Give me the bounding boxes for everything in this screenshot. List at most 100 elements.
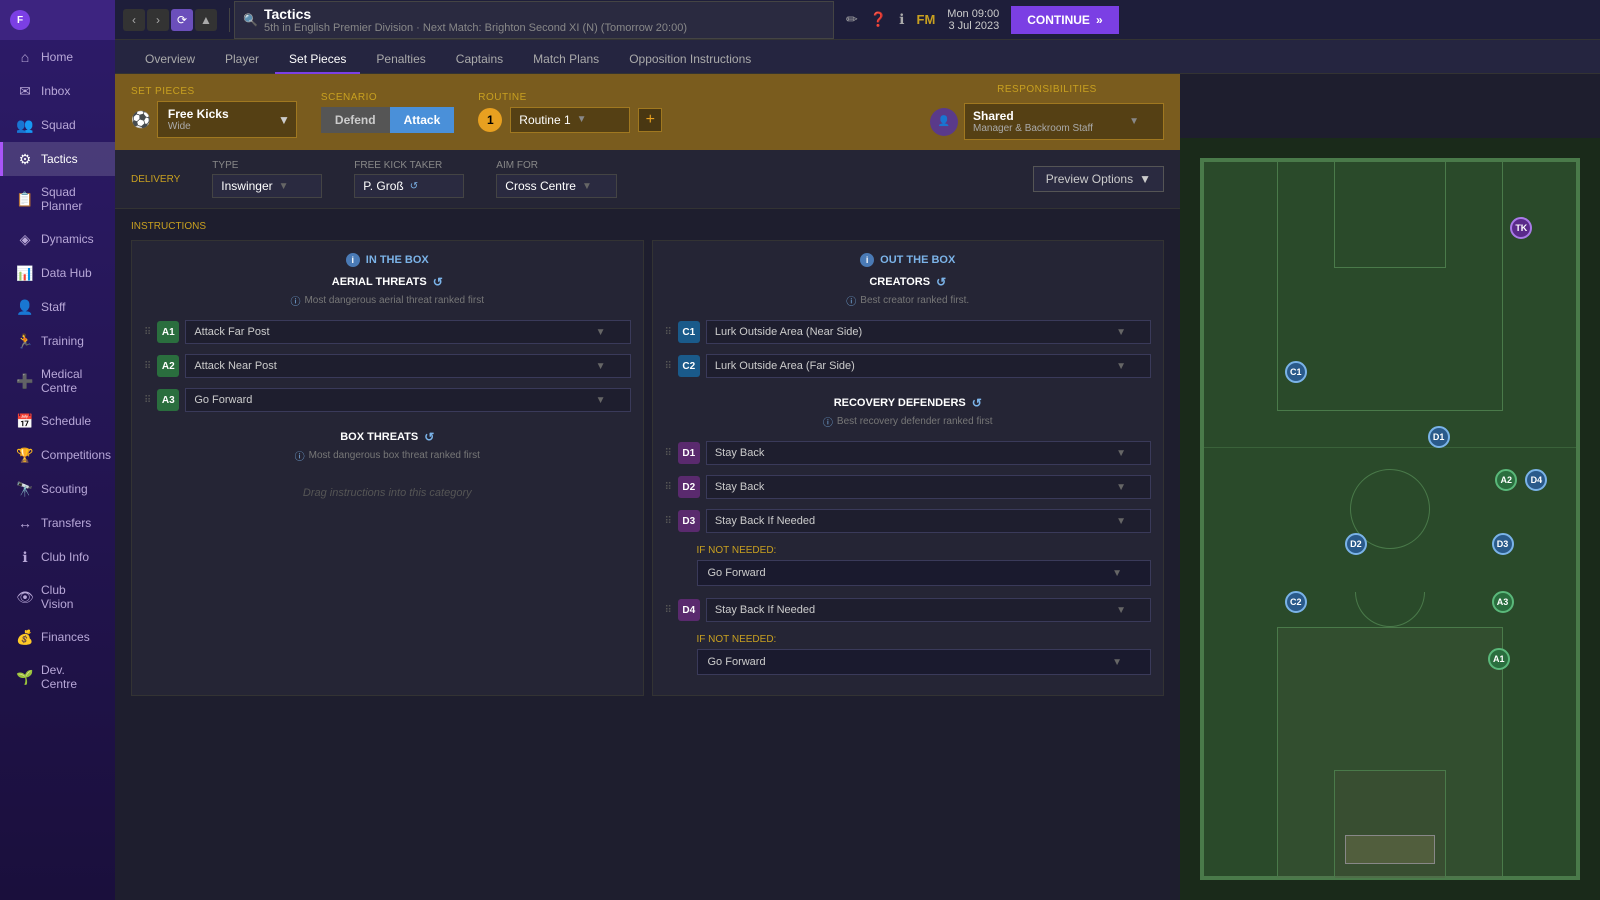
tab-captains[interactable]: Captains — [442, 46, 517, 74]
nav-home-button[interactable]: ⟳ — [171, 9, 193, 31]
chevron-down-icon: ▼ — [1112, 657, 1122, 668]
preview-options-button[interactable]: Preview Options ▼ — [1033, 166, 1164, 192]
responsibilities-dropdown[interactable]: Shared Manager & Backroom Staff ▼ — [964, 103, 1164, 140]
drag-handle-icon[interactable]: ⠿ — [144, 361, 151, 372]
defend-button[interactable]: Defend — [321, 107, 390, 133]
sidebar-item-scouting[interactable]: 🔭 Scouting — [0, 472, 115, 506]
tab-set-pieces[interactable]: Set Pieces — [275, 46, 360, 74]
drag-handle-icon[interactable]: ⠿ — [665, 516, 672, 527]
sidebar-item-finances[interactable]: 💰 Finances — [0, 620, 115, 654]
attack-button[interactable]: Attack — [390, 107, 455, 133]
club-info-icon: ℹ — [17, 549, 33, 565]
badge-c2: C2 — [678, 355, 700, 377]
player-dot-a2[interactable]: A2 — [1495, 469, 1517, 491]
free-kick-taker-dropdown[interactable]: P. Groß ↺ — [354, 174, 464, 198]
refresh-icon[interactable]: ↺ — [433, 275, 443, 289]
c1-dropdown[interactable]: Lurk Outside Area (Near Side) ▼ — [706, 320, 1151, 344]
sidebar-item-home[interactable]: ⌂ Home — [0, 40, 115, 74]
a3-dropdown[interactable]: Go Forward ▼ — [185, 388, 630, 412]
main-area: SET PIECES ⚽ Free Kicks Wide ▼ SCENARIO … — [115, 74, 1600, 900]
sidebar-item-transfers[interactable]: ↔ Transfers — [0, 506, 115, 540]
sidebar-item-club-info[interactable]: ℹ Club Info — [0, 540, 115, 574]
d3-dropdown[interactable]: Stay Back If Needed ▼ — [706, 509, 1151, 533]
help-icon[interactable]: ❓ — [870, 11, 887, 28]
a1-dropdown[interactable]: Attack Far Post ▼ — [185, 320, 630, 344]
c2-dropdown[interactable]: Lurk Outside Area (Far Side) ▼ — [706, 354, 1151, 378]
refresh-icon[interactable]: ↺ — [424, 430, 434, 444]
add-routine-button[interactable]: + — [638, 108, 662, 132]
sidebar-item-training[interactable]: 🏃 Training — [0, 324, 115, 358]
sidebar-item-tactics[interactable]: ⚙ Tactics — [0, 142, 115, 176]
player-dot-d1[interactable]: D1 — [1428, 426, 1450, 448]
routine-dropdown[interactable]: Routine 1 ▼ — [510, 107, 630, 133]
player-dot-c1[interactable]: C1 — [1285, 361, 1307, 383]
badge-d2: D2 — [678, 476, 700, 498]
player-dot-c2[interactable]: C2 — [1285, 591, 1307, 613]
player-dot-a1[interactable]: A1 — [1488, 648, 1510, 670]
player-dot-d3[interactable]: D3 — [1492, 533, 1514, 555]
info-icon: ⓘ — [846, 293, 856, 308]
continue-button[interactable]: CONTINUE » — [1011, 6, 1118, 34]
topbar: ‹ › ⟳ ▲ 🔍 Tactics 5th in English Premier… — [115, 0, 1600, 40]
out-box-title: i OUT THE BOX — [665, 253, 1152, 267]
sidebar-item-dynamics[interactable]: ◈ Dynamics — [0, 222, 115, 256]
chevron-down-icon: ▼ — [582, 181, 592, 192]
d1-dropdown[interactable]: Stay Back ▼ — [706, 441, 1151, 465]
left-content: SET PIECES ⚽ Free Kicks Wide ▼ SCENARIO … — [115, 74, 1180, 900]
tab-player[interactable]: Player — [211, 46, 273, 74]
sidebar-item-squad-planner[interactable]: 📋 Squad Planner — [0, 176, 115, 222]
sidebar-item-dev-centre[interactable]: 🌱 Dev. Centre — [0, 654, 115, 700]
d2-dropdown[interactable]: Stay Back ▼ — [706, 475, 1151, 499]
schedule-icon: 📅 — [17, 413, 33, 429]
chevron-down-icon: ▼ — [279, 181, 289, 192]
box-threats-title: BOX THREATS ↺ — [144, 430, 631, 444]
sidebar-item-squad[interactable]: 👥 Squad — [0, 108, 115, 142]
nav-forward-button[interactable]: › — [147, 9, 169, 31]
box-threats-hint: ⓘ Most dangerous box threat ranked first — [144, 448, 631, 463]
delivery-type-dropdown[interactable]: Inswinger ▼ — [212, 174, 322, 198]
sidebar-item-inbox[interactable]: ✉ Inbox — [0, 74, 115, 108]
tactics-icon: ⚙ — [17, 151, 33, 167]
sp-header: SET PIECES ⚽ Free Kicks Wide ▼ SCENARIO … — [115, 74, 1180, 150]
refresh-icon[interactable]: ↺ — [972, 396, 982, 410]
sidebar-item-data-hub[interactable]: 📊 Data Hub — [0, 256, 115, 290]
edit-icon[interactable]: ✏ — [846, 11, 858, 28]
sidebar-item-staff[interactable]: 👤 Staff — [0, 290, 115, 324]
drag-handle-icon[interactable]: ⠿ — [665, 448, 672, 459]
drag-handle-icon[interactable]: ⠿ — [665, 327, 672, 338]
tab-penalties[interactable]: Penalties — [362, 46, 439, 74]
info-icon[interactable]: ℹ — [899, 11, 904, 28]
sidebar-item-club-vision[interactable]: 👁 Club Vision — [0, 574, 115, 620]
tab-opposition[interactable]: Opposition Instructions — [615, 46, 765, 74]
medical-icon: ➕ — [17, 373, 33, 389]
sidebar-item-schedule[interactable]: 📅 Schedule — [0, 404, 115, 438]
tab-match-plans[interactable]: Match Plans — [519, 46, 613, 74]
routine-number: 1 — [478, 108, 502, 132]
if-not-needed-label-d3: IF NOT NEEDED: — [697, 545, 1152, 556]
sidebar-item-medical[interactable]: ➕ Medical Centre — [0, 358, 115, 404]
player-dot-a3[interactable]: A3 — [1492, 591, 1514, 613]
nav-up-button[interactable]: ▲ — [195, 9, 217, 31]
player-dot-d4[interactable]: D4 — [1525, 469, 1547, 491]
drag-handle-icon[interactable]: ⠿ — [144, 395, 151, 406]
d4-dropdown[interactable]: Stay Back If Needed ▼ — [706, 598, 1151, 622]
competitions-icon: 🏆 — [17, 447, 33, 463]
aim-for-dropdown[interactable]: Cross Centre ▼ — [496, 174, 617, 198]
chevron-down-icon: ▼ — [1116, 327, 1126, 338]
chevron-down-icon: ▼ — [1116, 516, 1126, 527]
drag-handle-icon[interactable]: ⠿ — [144, 327, 151, 338]
drag-handle-icon[interactable]: ⠿ — [665, 605, 672, 616]
a2-dropdown[interactable]: Attack Near Post ▼ — [185, 354, 630, 378]
sidebar-header: F — [0, 0, 115, 40]
drag-handle-icon[interactable]: ⠿ — [665, 361, 672, 372]
set-pieces-dropdown[interactable]: Free Kicks Wide ▼ — [157, 101, 297, 138]
refresh-icon[interactable]: ↺ — [936, 275, 946, 289]
d3-ifnot-dropdown[interactable]: Go Forward ▼ — [697, 560, 1152, 586]
aerial-threats-hint: ⓘ Most dangerous aerial threat ranked fi… — [144, 293, 631, 308]
tab-overview[interactable]: Overview — [131, 46, 209, 74]
sidebar-item-competitions[interactable]: 🏆 Competitions — [0, 438, 115, 472]
nav-back-button[interactable]: ‹ — [123, 9, 145, 31]
drag-handle-icon[interactable]: ⠿ — [665, 482, 672, 493]
d4-ifnot-dropdown[interactable]: Go Forward ▼ — [697, 649, 1152, 675]
table-row: ⠿ C2 Lurk Outside Area (Far Side) ▼ — [665, 350, 1152, 382]
